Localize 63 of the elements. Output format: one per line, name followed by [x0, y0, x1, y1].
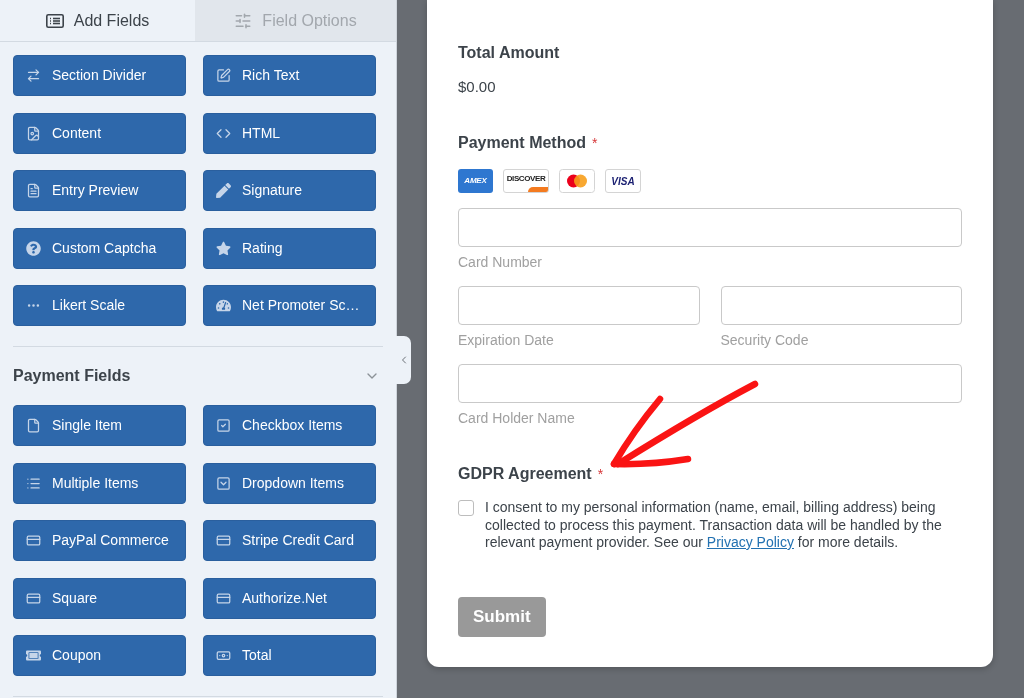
section-title: Payment Fields: [13, 366, 131, 386]
card-logo: DISCOVER: [503, 169, 549, 193]
field-title: Payment Method: [458, 133, 586, 153]
consent-checkbox[interactable]: [458, 500, 474, 516]
field-sublabel: Card Holder Name: [458, 409, 576, 427]
star-icon: [216, 240, 231, 256]
document-icon: [26, 183, 41, 198]
field-sublabel: Card Number: [458, 253, 544, 271]
input-field[interactable]: [458, 364, 962, 403]
checkbox-icon: [216, 418, 231, 433]
required-mark: *: [597, 465, 604, 484]
credit-card-icon: [216, 590, 231, 606]
field-button[interactable]: Content: [13, 112, 186, 154]
field-sublabel: Security Code: [720, 331, 810, 349]
field-button[interactable]: Checkbox Items: [203, 405, 376, 446]
privacy-policy-link[interactable]: Privacy Policy: [706, 534, 794, 550]
field-button[interactable]: Likert Scale: [13, 285, 186, 326]
field-button[interactable]: Single Item: [13, 405, 186, 446]
field-button[interactable]: Total: [203, 635, 376, 676]
card-logo: AMEX: [458, 169, 493, 193]
input-field[interactable]: [720, 286, 962, 325]
list-icon: [26, 475, 41, 491]
credit-card-icon: [26, 533, 41, 548]
overlapping-circles-icon: [559, 169, 595, 193]
credit-card-icon: [26, 590, 41, 606]
field-button[interactable]: Net Promoter Sc…: [203, 285, 376, 326]
input-field[interactable]: [458, 208, 962, 247]
dropdown-icon: [216, 475, 231, 491]
sliders-icon: [234, 11, 253, 30]
field-button[interactable]: Rating: [203, 227, 376, 269]
help-icon: [26, 240, 41, 256]
swap-arrows-icon: [26, 68, 41, 83]
field-button[interactable]: Custom Captcha: [13, 227, 186, 269]
field-button[interactable]: Dropdown Items: [203, 462, 376, 504]
field-button[interactable]: Stripe Credit Card: [203, 520, 376, 561]
field-button[interactable]: Square: [13, 577, 186, 619]
image-file-icon: [26, 125, 41, 141]
required-mark: *: [592, 134, 598, 153]
pen-icon: [216, 183, 231, 198]
card-logo: VISA: [605, 169, 641, 193]
field-button[interactable]: Coupon: [13, 635, 186, 676]
input-field[interactable]: [458, 286, 700, 325]
edit-icon: [216, 68, 231, 83]
field-sublabel: Expiration Date: [458, 331, 555, 349]
total-value: $0.00: [458, 77, 497, 97]
field-button[interactable]: Section Divider: [13, 55, 186, 96]
field-button[interactable]: Signature: [203, 170, 376, 211]
field-button[interactable]: Multiple Items: [13, 462, 186, 504]
collapse-button[interactable]: [396, 336, 411, 384]
field-title: Total Amount: [458, 43, 560, 63]
field-title: GDPR Agreement: [458, 464, 592, 484]
credit-card-icon: [216, 533, 231, 548]
field-button[interactable]: Entry Preview: [13, 170, 186, 211]
field-button[interactable]: PayPal Commerce: [13, 520, 186, 561]
gauge-icon: [216, 298, 231, 313]
banknote-icon: [216, 648, 231, 663]
list-icon: [45, 13, 64, 28]
field-button[interactable]: Authorize.Net: [203, 577, 376, 619]
consent-text: I consent to my personal information (name, email, billing address) being collected to process this payment. Transaction data will be handled by the relevant payment provider. See our Privacy Policy for more details.: [485, 499, 943, 552]
field-button[interactable]: HTML: [203, 112, 376, 154]
file-icon: [26, 418, 41, 433]
field-button[interactable]: Rich Text: [203, 55, 376, 96]
ticket-icon: [26, 648, 41, 663]
